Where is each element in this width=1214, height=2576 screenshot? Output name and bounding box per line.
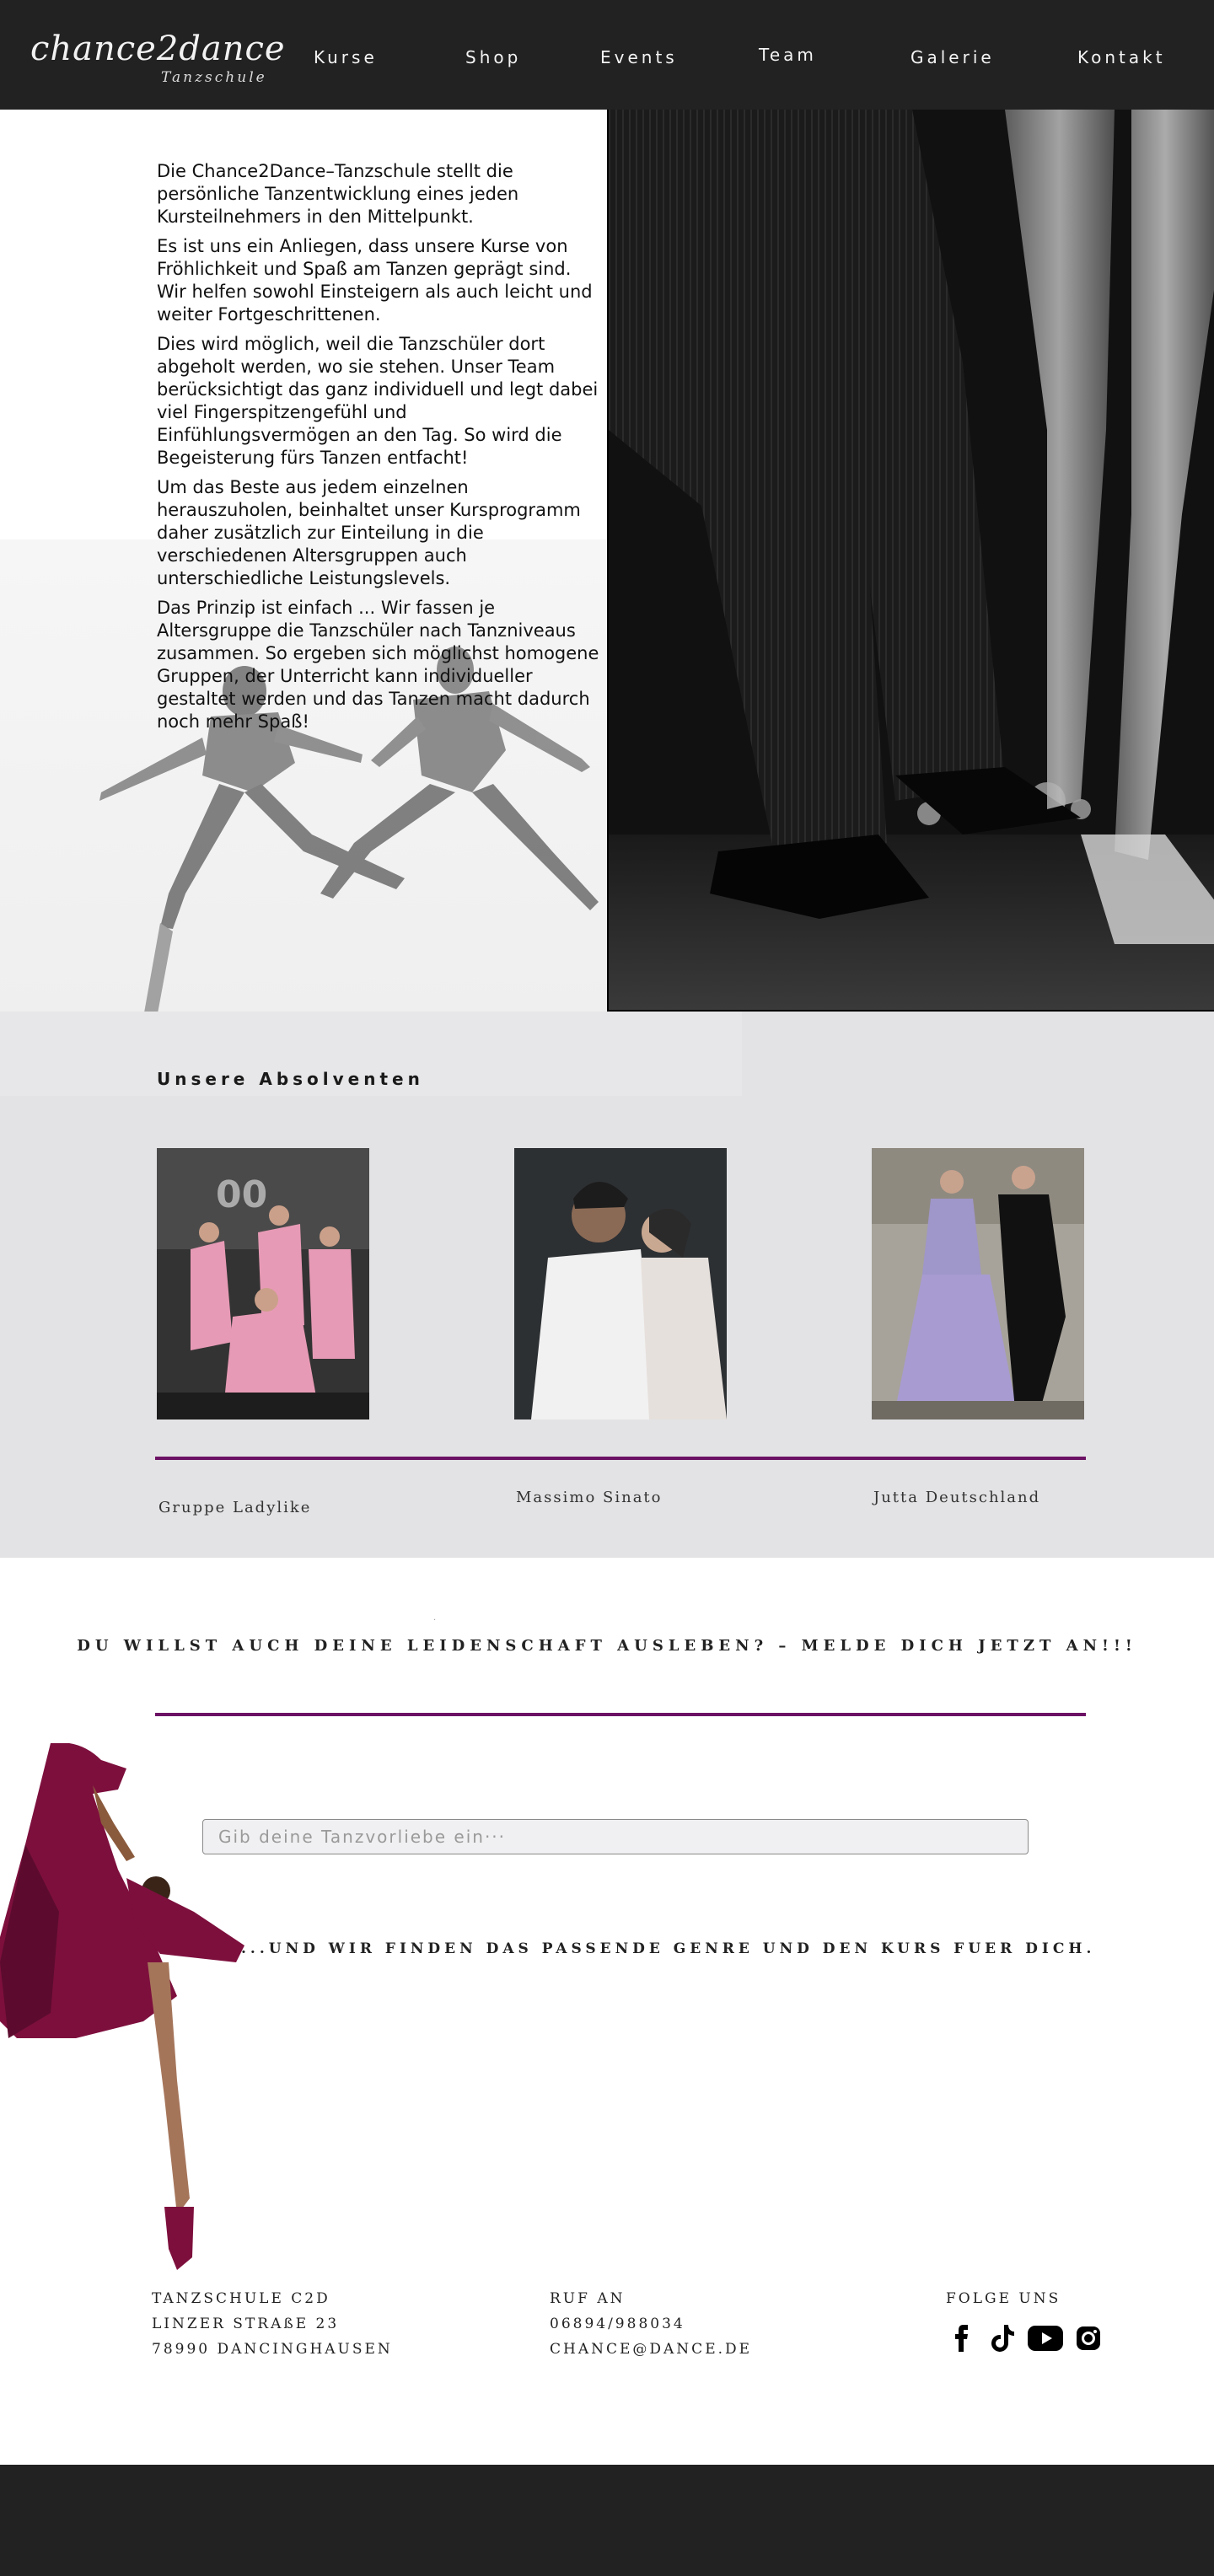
nav-item-kontakt[interactable]: Kontakt xyxy=(1077,47,1166,67)
graduates-section: Unsere Absolventen 00 Gruppe Ladylike Ma… xyxy=(0,1012,1214,1558)
graduate-photo-jutta[interactable] xyxy=(872,1148,1084,1419)
small-dot: . xyxy=(433,1613,437,1623)
nav-item-shop[interactable]: Shop xyxy=(465,47,521,67)
call-label: RUF AN xyxy=(550,2290,626,2307)
intro-paragraph: Es ist uns ein Anliegen, dass unsere Kur… xyxy=(157,236,593,325)
graduate-name: Massimo Sinato xyxy=(516,1489,663,1506)
nav-item-kurse[interactable]: Kurse xyxy=(314,47,378,67)
instagram-icon[interactable] xyxy=(1072,2323,1104,2353)
nav-item-galerie[interactable]: Galerie xyxy=(910,47,995,67)
nav-item-team[interactable]: Team xyxy=(759,45,817,65)
graduate-name: Gruppe Ladylike xyxy=(158,1499,312,1516)
intro-paragraph: Das Prinzip ist einfach ... Wir fassen j… xyxy=(157,598,599,732)
street: LINZER STRAßE 23 xyxy=(152,2316,340,2332)
intro-paragraph: Die Chance2Dance–Tanzschule stellt die p… xyxy=(157,161,519,227)
footer-social-title: FOLGE UNS xyxy=(946,2290,1061,2307)
nav-item-events[interactable]: Events xyxy=(600,47,678,67)
cta-divider xyxy=(155,1713,1086,1716)
graduates-title: Unsere Absolventen xyxy=(157,1069,424,1089)
ballroom-legs-photo xyxy=(607,110,1214,1012)
graduate-name: Jutta Deutschland xyxy=(873,1489,1041,1506)
city: 78990 DANCINGHAUSEN xyxy=(152,2341,393,2358)
graduate-photo-ladylike[interactable]: 00 xyxy=(157,1148,369,1419)
footer-contact: RUF AN 06894/988034 CHANCE@DANCE.DE xyxy=(550,2286,752,2362)
graduate-photo-massimo[interactable] xyxy=(514,1148,727,1419)
social-links xyxy=(946,2323,1104,2353)
youtube-icon[interactable] xyxy=(1027,2323,1064,2353)
school-name: TANZSCHULE C2D xyxy=(152,2290,330,2307)
top-navigation: chance2dance Tanzschule Kurse Shop Event… xyxy=(0,0,1214,110)
facebook-icon[interactable] xyxy=(946,2323,978,2353)
dance-preference-input[interactable] xyxy=(202,1819,1029,1854)
tiktok-icon[interactable] xyxy=(986,2323,1018,2353)
cta-title: DU WILLST AUCH DEINE LEIDENSCHAFT AUSLEB… xyxy=(77,1637,1137,1655)
site-logo[interactable]: chance2dance Tanzschule xyxy=(30,30,286,86)
cta-subtitle: ...UND WIR FINDEN DAS PASSENDE GENRE UND… xyxy=(241,1940,1096,1957)
email-link[interactable]: CHANCE@DANCE.DE xyxy=(550,2337,752,2362)
footer-address: TANZSCHULE C2D LINZER STRAßE 23 78990 DA… xyxy=(152,2286,393,2362)
intro-paragraph: Dies wird möglich, weil die Tanzschüler … xyxy=(157,334,599,468)
section-divider xyxy=(155,1457,1086,1460)
intro-paragraph: Um das Beste aus jedem einzelnen herausz… xyxy=(157,477,581,588)
phone-number[interactable]: 06894/988034 xyxy=(550,2311,752,2337)
footer-bar xyxy=(0,2465,1214,2576)
svg-text:00: 00 xyxy=(216,1173,267,1216)
intro-text: Die Chance2Dance–Tanzschule stellt die p… xyxy=(157,160,604,740)
logo-subtitle: Tanzschule xyxy=(161,69,267,86)
logo-wordmark: chance2dance xyxy=(30,30,286,68)
